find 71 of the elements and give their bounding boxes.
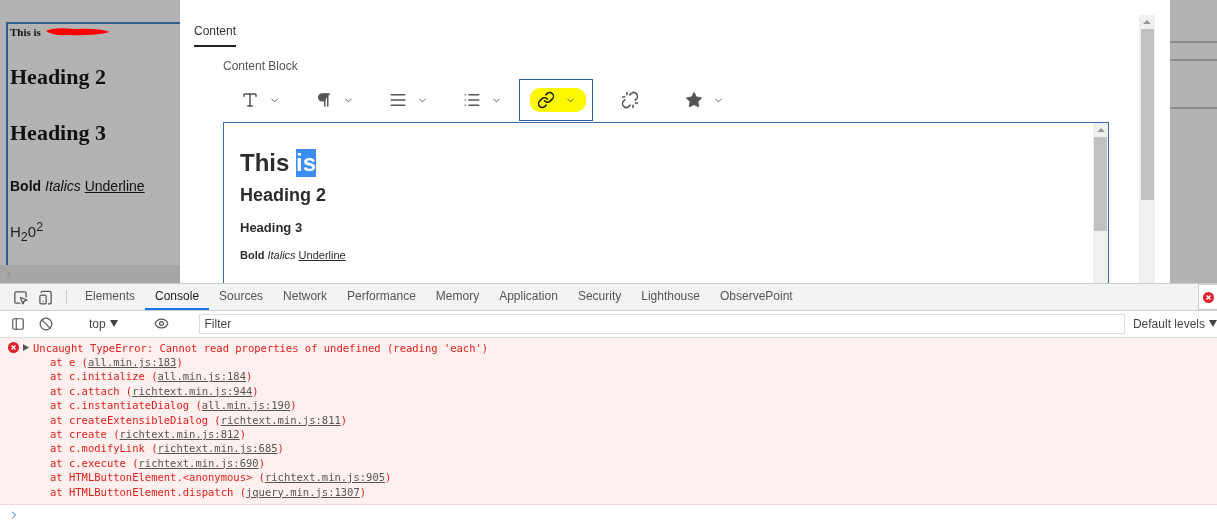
editor-heading: This: [240, 149, 291, 177]
clear-console-icon[interactable]: [39, 316, 53, 331]
preview-heading: Heading 2: [10, 64, 107, 90]
error-icon: [8, 342, 19, 354]
collapsed-triangle-icon[interactable]: [23, 344, 29, 352]
devtools-tab[interactable]: ObservePoint: [709, 284, 803, 310]
list-icon: [462, 91, 481, 109]
text-style-icon: [240, 91, 259, 109]
italic-text: Italics: [267, 249, 296, 261]
editor-heading: Heading 3: [240, 220, 304, 235]
star-icon: [684, 91, 703, 109]
stack-line: at c.initialize (all.min.js:184): [49, 369, 254, 384]
stack-line: at HTMLButtonElement.<anonymous> (richtext.min.js:905): [49, 470, 393, 485]
editor-scrollbar[interactable]: [1093, 123, 1108, 284]
align-icon: [388, 91, 407, 109]
broken-link-icon: [621, 91, 639, 109]
link-icon: [536, 91, 555, 109]
device-toolbar-icon[interactable]: [38, 289, 53, 305]
source-link[interactable]: all.min.js:184: [157, 370, 246, 383]
context-selector[interactable]: top: [82, 316, 124, 331]
stack-line: at HTMLButtonElement.dispatch (jquery.min.js:1307): [49, 484, 368, 499]
devtools-tab[interactable]: Performance: [337, 284, 426, 310]
selected-text: is: [296, 149, 317, 177]
rich-text-editor[interactable]: This is Heading 2 Heading 3 Bold Italics Underline: [223, 122, 1109, 284]
error-message: Uncaught TypeError: Cannot read properties of undefined (reading 'each'): [33, 340, 489, 355]
source-link[interactable]: richtext.min.js:905: [264, 471, 386, 484]
dialog-scrollbar[interactable]: [1139, 15, 1155, 284]
horizontal-scrollbar[interactable]: [0, 265, 180, 284]
eye-icon[interactable]: [153, 316, 169, 332]
stack-line: at c.execute (richtext.min.js:690): [49, 455, 266, 471]
devtools-tab[interactable]: Security: [567, 284, 632, 310]
devtools-tab[interactable]: Console: [145, 284, 210, 310]
devtools-tab[interactable]: Network: [273, 284, 338, 310]
source-link[interactable]: richtext.min.js:811: [220, 413, 341, 426]
preview-heading: Heading 3: [10, 120, 107, 146]
source-link[interactable]: jquery.min.js:1307: [245, 485, 360, 498]
stack-line: at c.attach (richtext.min.js:944): [49, 383, 260, 399]
filter-field[interactable]: Filter: [198, 313, 1125, 334]
underlined-text: Underline: [298, 249, 346, 261]
devtools-tab[interactable]: Sources: [209, 284, 274, 310]
source-link[interactable]: richtext.min.js:812: [119, 427, 240, 440]
error-icon[interactable]: [1202, 291, 1214, 303]
italic-text: Italics: [45, 178, 81, 194]
dropdown-triangle-icon: [109, 320, 118, 328]
source-link[interactable]: richtext.min.js:690: [138, 456, 259, 469]
preview-text: This is: [10, 26, 41, 38]
source-link[interactable]: all.min.js:183: [87, 355, 177, 368]
link-button[interactable]: [519, 79, 593, 121]
sidebar-toggle-icon[interactable]: [11, 316, 25, 331]
bold-text: Bold: [240, 249, 265, 261]
source-link[interactable]: richtext.min.js:944: [132, 384, 253, 397]
bold-text: Bold: [10, 178, 42, 194]
stack-line: at createExtensibleDialog (richtext.min.js:811): [49, 412, 349, 427]
stack-line: at e (all.min.js:183): [49, 354, 184, 370]
log-levels-dropdown[interactable]: Default levels: [1128, 316, 1217, 331]
section-label: Content Block: [223, 59, 299, 73]
stack-line: at create (richtext.min.js:812): [49, 426, 247, 442]
devtools-tab[interactable]: Memory: [425, 284, 490, 310]
source-link[interactable]: all.min.js:190: [201, 399, 291, 412]
devtools-tab[interactable]: Lighthouse: [631, 284, 710, 310]
dropdown-triangle-icon: [1209, 320, 1217, 328]
devtools-tab[interactable]: Elements: [75, 284, 146, 310]
content-tab[interactable]: Content: [194, 24, 237, 47]
stack-line: at c.modifyLink (richtext.min.js:685): [49, 441, 285, 456]
underlined-text: Underline: [84, 178, 145, 194]
preview-formula: H$_{2}$0$^{2}$: [10, 220, 45, 244]
inspect-icon[interactable]: [13, 289, 28, 305]
source-link[interactable]: richtext.min.js:685: [157, 442, 278, 455]
editor-heading: Heading 2: [240, 185, 328, 206]
stack-line: at c.instantiateDialog (all.min.js:190): [49, 398, 298, 413]
devtools-tab[interactable]: Application: [489, 284, 568, 310]
